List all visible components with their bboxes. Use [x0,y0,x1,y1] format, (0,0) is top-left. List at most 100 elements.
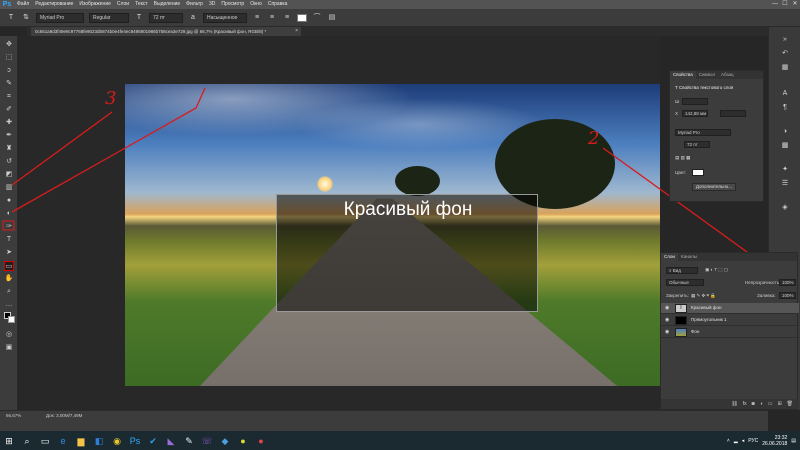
lock-icons[interactable]: ▦ ✎ ✥ ⌗ 🔒 [691,293,716,299]
layer-row[interactable]: ◉ Фон [661,327,799,338]
viber-icon[interactable]: ☏ [199,433,215,449]
layer-filter-select[interactable]: ⌕ Вид [666,267,698,274]
font-size-select[interactable]: 72 пт [149,12,183,23]
canvas-text-layer[interactable]: Красивый фон [277,198,539,222]
menu-image[interactable]: Изображение [76,0,114,9]
menu-help[interactable]: Справка [265,0,291,9]
properties-size-field[interactable]: 72 пт [684,141,710,148]
adjustment-layer-icon[interactable]: ◑ [760,399,763,409]
network-icon[interactable]: ▂ [734,438,738,444]
align-right-icon[interactable]: ≡ [282,13,292,23]
colorful-app-icon[interactable]: ● [235,433,251,449]
fill-field[interactable]: 100% [779,292,796,299]
opacity-field[interactable]: 100% [779,279,796,286]
task-view-icon[interactable]: ▭ [37,433,53,449]
todo-icon[interactable]: ✔ [145,433,161,449]
gradient-tool-icon[interactable]: ▥ [4,183,14,193]
tab-paragraph[interactable]: Абзац [718,71,737,79]
new-layer-icon[interactable]: ⊞ [777,399,781,409]
layer-row[interactable]: ◉ Прямоугольник 1 [661,315,799,326]
maximize-button[interactable]: ☐ [780,0,790,9]
rectangle-layer[interactable]: Красивый фон [276,194,538,312]
align-icons[interactable]: ▤ ▥ ▦ [675,155,690,161]
eye-icon[interactable]: ◉ [665,305,669,311]
width-field[interactable] [682,98,708,105]
swatches-icon[interactable]: ▩ [780,141,790,151]
antialias-select[interactable]: Насыщенное [203,12,247,23]
minimize-button[interactable]: — [770,0,780,9]
pen-tool-icon[interactable]: ✑ [4,222,14,232]
align-center-icon[interactable]: ≡ [267,13,277,23]
tab-properties[interactable]: Свойства [670,71,696,79]
adjustments-icon[interactable]: ◑ [780,127,790,137]
hand-tool-icon[interactable]: ✋ [4,274,14,284]
type-tool-icon[interactable]: T [4,235,14,245]
rectangle-tool-icon[interactable]: ▭ [4,261,14,271]
eye-icon[interactable]: ◉ [665,317,669,323]
collapse-icon[interactable]: » [780,35,790,45]
search-icon[interactable]: ⌕ [19,433,35,449]
menu-edit[interactable]: Редактирование [32,0,76,9]
document-tab[interactable]: 0c651a9d3f49e9c97768fe9023d5874b0e4fe4ec… [31,27,301,36]
visual-studio-icon[interactable]: ◣ [163,433,179,449]
background-color-swatch[interactable] [8,316,15,323]
x-field[interactable]: 142,88 мм [682,110,708,117]
styles-icon[interactable]: ✦ [780,165,790,175]
layer-filter-icons[interactable]: ▣ ◐ T ⬚ ▢ [705,267,728,273]
channels-icon[interactable]: ◈ [780,203,790,213]
tab-layers[interactable]: Слои [661,253,678,261]
layer-style-icon[interactable]: fx [743,399,747,409]
properties-color-swatch[interactable] [692,169,704,176]
store-icon[interactable]: ◧ [91,433,107,449]
paragraph-panel-icon[interactable]: ¶ [780,103,790,113]
eye-icon[interactable]: ◉ [665,329,669,335]
close-tab-icon[interactable]: × [295,27,298,36]
history-brush-tool-icon[interactable]: ↺ [4,157,14,167]
add-mask-icon[interactable]: ◙ [752,399,755,409]
brush-tool-icon[interactable]: ✒ [4,131,14,141]
menu-window[interactable]: Окно [247,0,265,9]
menu-filter[interactable]: Фильтр [183,0,206,9]
word-app-icon[interactable]: ◆ [217,433,233,449]
menu-3d[interactable]: 3D [206,0,218,9]
layer-row[interactable]: ◉ T Красивый фон [661,303,799,314]
properties-panel-icon[interactable]: ▦ [780,63,790,73]
link-layers-icon[interactable]: ⛓ [731,399,737,409]
text-color-swatch[interactable] [297,13,307,22]
chevron-up-icon[interactable]: ˄ [727,438,730,444]
chrome-icon[interactable]: ◉ [109,433,125,449]
clone-stamp-tool-icon[interactable]: ♜ [4,144,14,154]
panels-toggle-icon[interactable]: ▤ [327,13,337,23]
eyedropper-tool-icon[interactable]: ✐ [4,105,14,115]
align-left-icon[interactable]: ≡ [252,13,262,23]
zoom-level[interactable]: 66,67% [6,413,21,418]
quick-select-tool-icon[interactable]: ✎ [4,79,14,89]
language-indicator[interactable]: РУС [748,438,758,444]
eraser-tool-icon[interactable]: ◩ [4,170,14,180]
libraries-icon[interactable]: ☰ [780,179,790,189]
clock[interactable]: 23:32 26.06.2018 [762,435,787,447]
document-canvas[interactable]: Красивый фон [125,84,660,386]
red-app-icon[interactable]: ● [253,433,269,449]
path-select-tool-icon[interactable]: ➤ [4,248,14,258]
history-icon[interactable]: ↶ [780,49,790,59]
screen-mode-icon[interactable]: ▣ [4,343,14,353]
menu-select[interactable]: Выделение [151,0,184,9]
new-group-icon[interactable]: ▭ [768,399,773,409]
more-tools-icon[interactable]: … [4,300,14,310]
blur-tool-icon[interactable]: ● [4,196,14,206]
quick-mask-icon[interactable]: ◎ [4,330,14,340]
tab-channels[interactable]: Каналы [678,253,700,261]
tab-character[interactable]: Символ [696,71,718,79]
dodge-tool-icon[interactable]: ◐ [4,209,14,219]
move-tool-icon[interactable]: ✥ [4,40,14,50]
photoshop-taskbar-icon[interactable]: Ps [127,433,143,449]
close-button[interactable]: ✕ [790,0,800,9]
font-style-select[interactable]: Regular [89,12,129,23]
menu-view[interactable]: Просмотр [218,0,247,9]
zoom-tool-icon[interactable]: ⌕ [4,287,14,297]
menu-file[interactable]: Файл [14,0,32,9]
y-field[interactable] [720,110,746,117]
blend-mode-select[interactable]: Обычные [666,279,704,286]
menu-type[interactable]: Текст [132,0,151,9]
